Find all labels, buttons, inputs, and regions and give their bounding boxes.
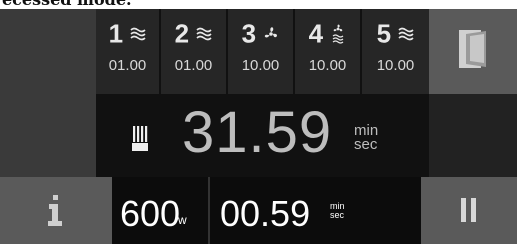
- microwave-waves-icon: [130, 27, 146, 41]
- cooking-heat-icon: [132, 126, 148, 151]
- middle-left-blank: [0, 94, 96, 177]
- header-text: ecessed mode.: [2, 0, 132, 9]
- main-timer-value: 31.59: [182, 100, 333, 165]
- main-timer-unit: min sec: [354, 123, 378, 153]
- fan-icon: [265, 27, 278, 38]
- top-left-blank: [0, 9, 96, 94]
- step-number: 5: [376, 18, 392, 49]
- remaining-time-unit: min sec: [330, 202, 345, 220]
- unit-sec: sec: [354, 136, 378, 153]
- step-time: 01.00: [174, 57, 213, 74]
- pause-button[interactable]: [421, 177, 517, 244]
- step-number: 1: [108, 18, 124, 49]
- step-time: 01.00: [108, 57, 147, 74]
- power-display[interactable]: 600 w: [112, 177, 210, 244]
- step-3[interactable]: 3 10.00: [228, 9, 295, 94]
- step-1[interactable]: 1 01.00: [96, 9, 161, 94]
- power-unit: w: [178, 213, 187, 227]
- pause-icon: [461, 198, 476, 222]
- power-value: 600: [120, 193, 181, 234]
- main-timer-display: 31.59 min sec: [96, 94, 429, 177]
- step-number: 3: [241, 18, 257, 49]
- oven-control-panel: 1 01.00 2 01.00 3 10.00 4 10.00 5 10.00 …: [0, 9, 517, 244]
- step-5[interactable]: 5 10.00: [362, 9, 429, 94]
- step-remaining-display[interactable]: 00.59 min sec: [210, 177, 421, 244]
- step-number: 2: [174, 18, 190, 49]
- cropped-header-text: ecessed mode.: [0, 0, 517, 9]
- step-2[interactable]: 2 01.00: [161, 9, 228, 94]
- fan-waves-icon: [332, 24, 344, 44]
- microwave-waves-icon: [398, 27, 414, 41]
- door-open-button[interactable]: [429, 9, 517, 94]
- step-time: 10.00: [241, 57, 280, 74]
- remaining-time-value: 00.59: [220, 193, 311, 234]
- info-icon: [48, 195, 62, 226]
- step-time: 10.00: [376, 57, 415, 74]
- step-4[interactable]: 4 10.00: [295, 9, 362, 94]
- microwave-waves-icon: [196, 27, 212, 41]
- unit-sec: sec: [330, 210, 345, 220]
- info-button[interactable]: [0, 177, 112, 244]
- step-number: 4: [308, 18, 324, 49]
- middle-right-blank: [429, 94, 517, 177]
- step-time: 10.00: [308, 57, 347, 74]
- door-open-icon: [459, 30, 486, 68]
